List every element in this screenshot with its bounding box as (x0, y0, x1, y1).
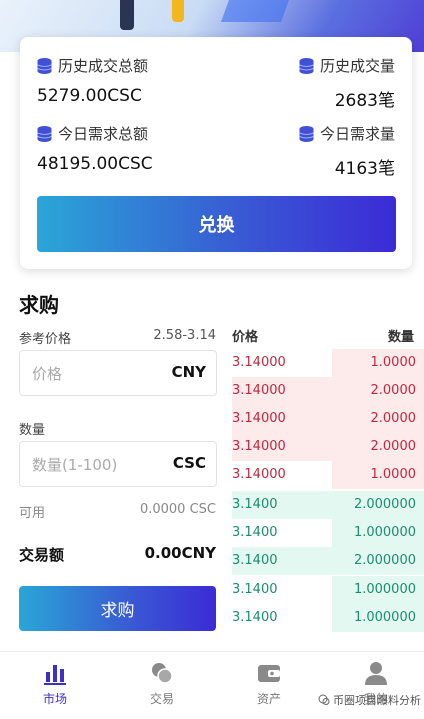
qty-label: 数量 (19, 423, 46, 438)
order-price: 3.1400 (232, 525, 278, 540)
order-qty: 1.000000 (353, 582, 416, 597)
order-price: 3.14000 (232, 467, 286, 482)
exchange-button[interactable]: 兑换 (37, 196, 396, 252)
order-price: 3.14000 (232, 383, 286, 398)
order-price: 3.1400 (232, 582, 278, 597)
orderbook-sell-row[interactable]: 3.14000 2.0000 (232, 377, 424, 405)
banner-screen (220, 0, 290, 22)
label-text: 今日需求总额 (58, 125, 149, 143)
ref-price-label: 参考价格 (19, 332, 72, 347)
order-price: 3.14000 (232, 411, 286, 426)
price-unit: CNY (171, 363, 206, 381)
orderbook-sell-row[interactable]: 3.14000 1.0000 (232, 461, 424, 489)
banner-figure (120, 0, 134, 30)
order-price: 3.14000 (232, 439, 286, 454)
label-text: 今日需求量 (319, 125, 395, 143)
order-qty: 2.0000 (370, 411, 417, 426)
order-qty: 2.0000 (370, 383, 417, 398)
qty-field: CSC (19, 441, 217, 487)
user-icon (365, 662, 387, 685)
label-text: 历史成交量 (319, 57, 395, 75)
stat-today-total-label: 今日需求总额 (37, 123, 148, 144)
orderbook-buy-row[interactable]: 3.1400 1.000000 (232, 519, 424, 547)
stat-today-total-value: 48195.00CSC (37, 154, 153, 174)
orderbook-sell-row[interactable]: 3.14000 1.0000 (232, 349, 424, 377)
orderbook-buy-row[interactable]: 3.1400 2.000000 (232, 491, 424, 519)
stat-hist-volume-label: 历史成交量 (299, 55, 395, 76)
order-price: 3.1400 (232, 497, 278, 512)
stat-today-volume-value: 4163笔 (334, 159, 395, 179)
order-qty: 2.000000 (353, 497, 416, 512)
buy-section-title: 求购 (19, 293, 59, 317)
stat-hist-total-value: 5279.00CSC (37, 86, 142, 106)
buy-submit-button[interactable]: 求购 (19, 586, 216, 631)
stat-today-volume-label: 今日需求量 (299, 123, 395, 144)
order-qty: 1.000000 (353, 610, 416, 625)
coins-icon (152, 663, 173, 684)
orderbook-buy-row[interactable]: 3.1400 2.000000 (232, 547, 424, 575)
orderbook-buy-row[interactable]: 3.1400 1.000000 (232, 604, 424, 632)
order-price: 3.1400 (232, 610, 278, 625)
qty-unit: CSC (172, 454, 206, 472)
coin-stack-icon (299, 57, 314, 74)
tab-label: 资产 (256, 692, 281, 706)
qty-input[interactable] (30, 452, 154, 478)
orderbook-sell-row[interactable]: 3.14000 2.0000 (232, 405, 424, 433)
coin-stack-icon (37, 57, 52, 74)
price-input[interactable] (30, 361, 154, 387)
trade-amount-label: 交易额 (19, 546, 65, 564)
order-price: 3.14000 (232, 355, 286, 370)
orderbook-qty-header: 数量 (387, 330, 414, 345)
order-price: 3.1400 (232, 553, 278, 568)
available-value: 0.0000 CSC (139, 502, 216, 517)
coin-stack-icon (37, 125, 52, 142)
wallet-icon (258, 665, 280, 682)
tab-assets[interactable]: 资产 (229, 660, 309, 707)
order-qty: 2.0000 (370, 439, 417, 454)
tab-market[interactable]: 市场 (15, 660, 95, 707)
order-qty: 2.000000 (353, 553, 416, 568)
order-qty: 1.0000 (370, 467, 417, 482)
tab-label: 市场 (42, 692, 67, 706)
orderbook-buy-row[interactable]: 3.1400 1.000000 (232, 576, 424, 604)
wechat-icon (318, 694, 330, 705)
bottom-tab-bar: 市场 交易 资产 我的 (0, 651, 424, 719)
coin-stack-icon (299, 125, 314, 142)
watermark-text: 币圈项目爆料分析 (333, 694, 421, 707)
banner-figure (172, 0, 184, 22)
stat-hist-volume-value: 2683笔 (334, 91, 395, 111)
order-qty: 1.0000 (370, 355, 417, 370)
orderbook-price-header: 价格 (232, 330, 259, 345)
trade-amount-value: 0.00CNY (144, 544, 216, 562)
stats-card: 历史成交总额 历史成交量 5279.00CSC 2683笔 今日需求总额 今日需… (20, 37, 412, 269)
tab-label: 交易 (149, 692, 174, 706)
watermark: 币圈项目爆料分析 (318, 692, 421, 708)
order-qty: 1.000000 (353, 525, 416, 540)
tab-trade[interactable]: 交易 (122, 660, 202, 707)
orderbook-sell-row[interactable]: 3.14000 2.0000 (232, 433, 424, 461)
price-field: CNY (19, 350, 217, 396)
ref-price-range: 2.58-3.14 (153, 328, 216, 343)
available-label: 可用 (19, 506, 46, 521)
label-text: 历史成交总额 (58, 57, 149, 75)
bar-chart-icon (44, 665, 66, 685)
stat-hist-total-label: 历史成交总额 (37, 55, 148, 76)
